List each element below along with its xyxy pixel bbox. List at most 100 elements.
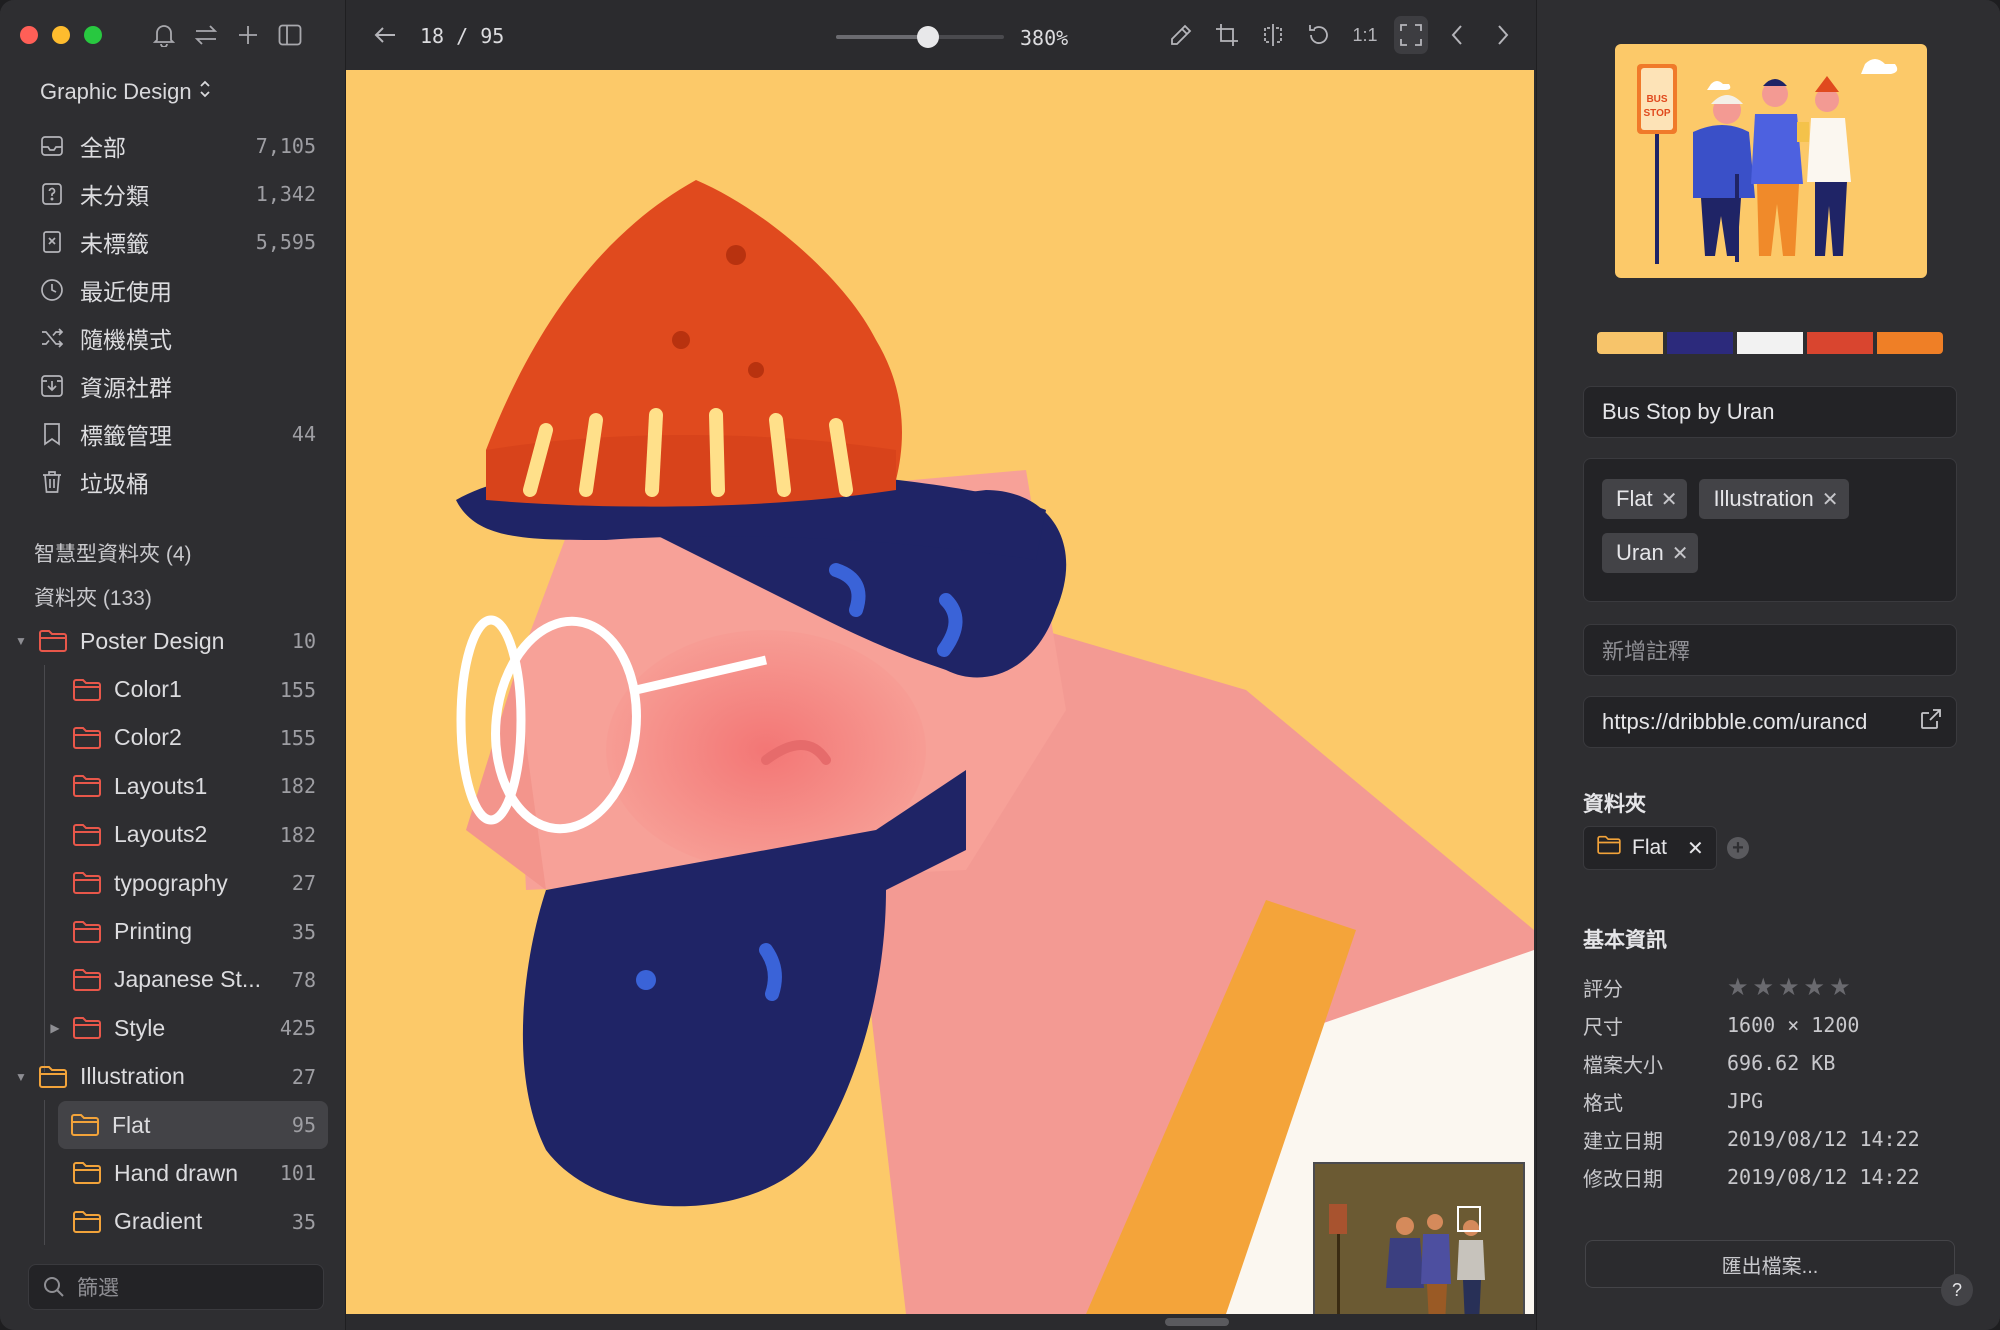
help-button[interactable]: ? — [1941, 1274, 1973, 1306]
remove-tag-icon[interactable]: ✕ — [1672, 541, 1689, 566]
nav-all[interactable]: 全部 7,105 — [0, 122, 346, 170]
palette-swatch[interactable] — [1597, 332, 1663, 354]
rotate-icon[interactable] — [1302, 16, 1336, 54]
shuffle-icon — [38, 324, 66, 352]
plus-icon[interactable] — [236, 20, 260, 50]
title-field[interactable]: Bus Stop by Uran — [1583, 386, 1957, 438]
nav-label: 隨機模式 — [80, 327, 172, 353]
smart-folders-heading[interactable]: 智慧型資料夾 (4) — [34, 538, 192, 568]
bell-icon[interactable] — [152, 20, 176, 50]
nav-community[interactable]: 資源社群 — [0, 362, 346, 410]
palette-swatch[interactable] — [1877, 332, 1943, 354]
nav-uncategorized[interactable]: 未分類 1,342 — [0, 170, 346, 218]
caret-down-icon[interactable]: ▼ — [14, 634, 28, 648]
tag-chip[interactable]: Illustration ✕ — [1699, 479, 1849, 519]
image-canvas[interactable] — [346, 70, 1534, 1314]
zoom-slider[interactable] — [836, 26, 1004, 48]
remove-tag-icon[interactable]: ✕ — [1661, 487, 1678, 512]
download-box-icon — [38, 372, 66, 400]
annotation-field[interactable]: 新增註釋 — [1583, 624, 1957, 676]
remove-tag-icon[interactable]: ✕ — [1822, 487, 1839, 512]
nav-untagged[interactable]: 未標籤 5,595 — [0, 218, 346, 266]
rating-stars[interactable]: ★ ★ ★ ★ ★ — [1727, 973, 1851, 1002]
tree-label: Style — [114, 1014, 166, 1041]
minimize-window-button[interactable] — [52, 26, 70, 44]
info-key: 修改日期 — [1583, 1168, 1663, 1191]
tree-folder-layouts2[interactable]: Layouts2 182 — [0, 811, 346, 859]
folder-icon — [38, 628, 68, 654]
remove-folder-icon[interactable]: ✕ — [1687, 836, 1704, 861]
library-switcher[interactable]: Graphic Design — [40, 78, 212, 106]
tree-count: 35 — [291, 919, 316, 944]
back-arrow-icon[interactable] — [370, 20, 400, 50]
chevron-left-icon[interactable] — [1440, 16, 1474, 54]
zoom-window-button[interactable] — [84, 26, 102, 44]
tree-folder-style[interactable]: ▶ Style 425 — [0, 1004, 346, 1052]
pencil-icon[interactable] — [1164, 16, 1198, 54]
tag-label: Illustration — [1713, 486, 1814, 511]
star-icon[interactable]: ★ — [1753, 973, 1775, 1002]
swap-icon[interactable] — [194, 20, 218, 50]
page-current: 18 — [420, 24, 445, 48]
caret-right-icon[interactable]: ▶ — [48, 1021, 62, 1035]
fullscreen-icon[interactable] — [1394, 16, 1428, 54]
nav-count: 7,105 — [255, 134, 316, 158]
minimap-preview — [1329, 1204, 1485, 1314]
folders-heading[interactable]: 資料夾 (133) — [34, 582, 152, 612]
sidebar-toggle-icon[interactable] — [278, 20, 302, 50]
tree-count: 27 — [291, 871, 316, 896]
tree-folder-color2[interactable]: Color2 155 — [0, 714, 346, 762]
tag-chip[interactable]: Uran ✕ — [1602, 533, 1699, 573]
nav-recent[interactable]: 最近使用 — [0, 266, 346, 314]
image-thumbnail[interactable]: BUS STOP — [1615, 44, 1927, 278]
navigator-minimap[interactable] — [1313, 1162, 1525, 1314]
zoom-slider-knob[interactable] — [917, 26, 940, 48]
one-to-one-button[interactable]: 1:1 — [1348, 16, 1382, 54]
annotation-placeholder: 新增註釋 — [1602, 639, 1691, 664]
info-key: 檔案大小 — [1583, 1054, 1663, 1077]
nav-random[interactable]: 隨機模式 — [0, 314, 346, 362]
chevron-right-icon[interactable] — [1486, 16, 1520, 54]
horizontal-scrollbar[interactable] — [1165, 1318, 1229, 1326]
tree-folder-color1[interactable]: Color1 155 — [0, 665, 346, 713]
nav-label: 全部 — [80, 135, 126, 161]
tree-folder-hand-drawn[interactable]: Hand drawn 101 — [0, 1149, 346, 1197]
tree-folder-gradient[interactable]: Gradient 35 — [0, 1198, 346, 1246]
info-row-filesize: 檔案大小 696.62 KB — [1583, 1044, 1957, 1082]
folder-icon — [38, 1064, 68, 1090]
palette-swatch[interactable] — [1807, 332, 1873, 354]
palette-swatch[interactable] — [1737, 332, 1803, 354]
info-value: 2019/08/12 14:22 — [1727, 1165, 1920, 1189]
star-icon[interactable]: ★ — [1727, 973, 1749, 1002]
star-icon[interactable]: ★ — [1829, 973, 1851, 1002]
minimap-viewport-frame[interactable] — [1457, 1206, 1481, 1232]
sidebar-nav: 全部 7,105 未分類 1,342 未標籤 5,595 最近使用 隨機模式 資… — [0, 122, 346, 506]
tree-folder-poster-design[interactable]: ▼ Poster Design 10 — [0, 617, 346, 665]
external-link-icon[interactable] — [1920, 708, 1942, 736]
filter-input[interactable]: 篩選 — [28, 1264, 324, 1310]
tree-folder-japanese-style[interactable]: Japanese St... 78 — [0, 956, 346, 1004]
folder-icon — [72, 1160, 102, 1186]
tag-chip[interactable]: Flat ✕ — [1602, 479, 1688, 519]
export-button[interactable]: 匯出檔案... — [1585, 1240, 1955, 1288]
add-folder-icon[interactable]: + — [1727, 837, 1749, 859]
star-icon[interactable]: ★ — [1778, 973, 1800, 1002]
tree-folder-printing[interactable]: Printing 35 — [0, 907, 346, 955]
crop-icon[interactable] — [1210, 16, 1244, 54]
tree-folder-layouts1[interactable]: Layouts1 182 — [0, 762, 346, 810]
tree-folder-flat[interactable]: Flat 95 — [58, 1100, 328, 1150]
url-field[interactable]: https://dribbble.com/urancd — [1583, 696, 1957, 748]
palette-swatch[interactable] — [1667, 332, 1733, 354]
tags-field[interactable]: Flat ✕ Illustration ✕ Uran ✕ — [1583, 458, 1957, 602]
tree-label: Gradient — [114, 1208, 203, 1235]
nav-label: 最近使用 — [80, 279, 172, 305]
flip-icon[interactable] — [1256, 16, 1290, 54]
close-window-button[interactable] — [20, 26, 38, 44]
tree-folder-typography[interactable]: typography 27 — [0, 859, 346, 907]
nav-tag-manager[interactable]: 標籤管理 44 — [0, 410, 346, 458]
tree-folder-illustration[interactable]: ▼ Illustration 27 — [0, 1053, 346, 1101]
folder-chip[interactable]: Flat ✕ — [1583, 826, 1717, 870]
caret-down-icon[interactable]: ▼ — [14, 1070, 28, 1084]
star-icon[interactable]: ★ — [1804, 973, 1826, 1002]
nav-trash[interactable]: 垃圾桶 — [0, 458, 346, 506]
